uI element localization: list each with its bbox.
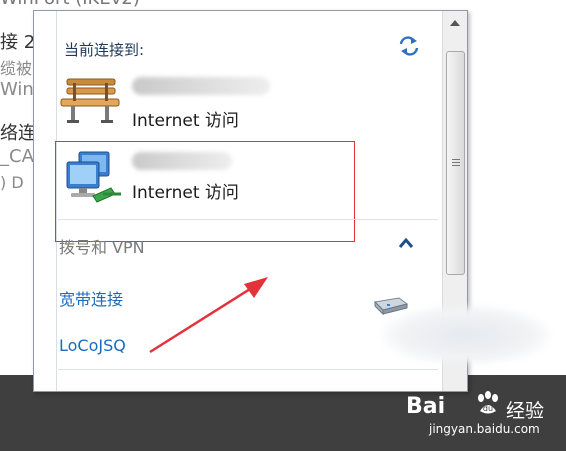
bg-text-line: _CA (0, 146, 34, 167)
broadband-connection-link[interactable]: 宽带连接 (59, 286, 123, 310)
bg-window-title: WinPort (IKEv2) (0, 0, 140, 9)
annotation-highlight-box (55, 141, 355, 242)
scroll-thumb[interactable] (446, 51, 465, 275)
watermark-url: jingyan.baidu.com (429, 422, 540, 436)
bench-network-icon (60, 78, 120, 123)
dialup-vpn-section-title: 拨号和 VPN (59, 238, 145, 257)
grip-line (452, 165, 460, 166)
grip-line (452, 159, 460, 160)
watermark-suffix: 经验 (506, 400, 545, 422)
refresh-icon[interactable] (398, 35, 420, 57)
scroll-up-icon[interactable] (446, 15, 464, 31)
redacted-blur (381, 305, 551, 365)
bg-text-line: 缆被 (0, 59, 33, 78)
watermark-logo-text: Bai (406, 394, 446, 419)
bg-text-line: 络连 (0, 123, 36, 144)
vpn-connection-link[interactable]: LoCoJSQ (59, 336, 126, 355)
network-status: Internet 访问 (132, 111, 239, 131)
section-divider (58, 219, 438, 220)
grip-line (452, 162, 460, 163)
section-divider (58, 369, 438, 370)
network-name-redacted (132, 77, 270, 95)
paw-letter: du (483, 404, 493, 413)
paw-icon: du (478, 391, 498, 414)
current-connection-title: 当前连接到: (64, 41, 145, 59)
bg-text-line: ) D (0, 173, 24, 192)
baidu-jingyan-watermark: Bai du 经验 jingyan.baidu.com (406, 388, 556, 442)
bg-text-line: 接 2 (0, 32, 36, 53)
chevron-up-icon[interactable] (398, 237, 414, 249)
